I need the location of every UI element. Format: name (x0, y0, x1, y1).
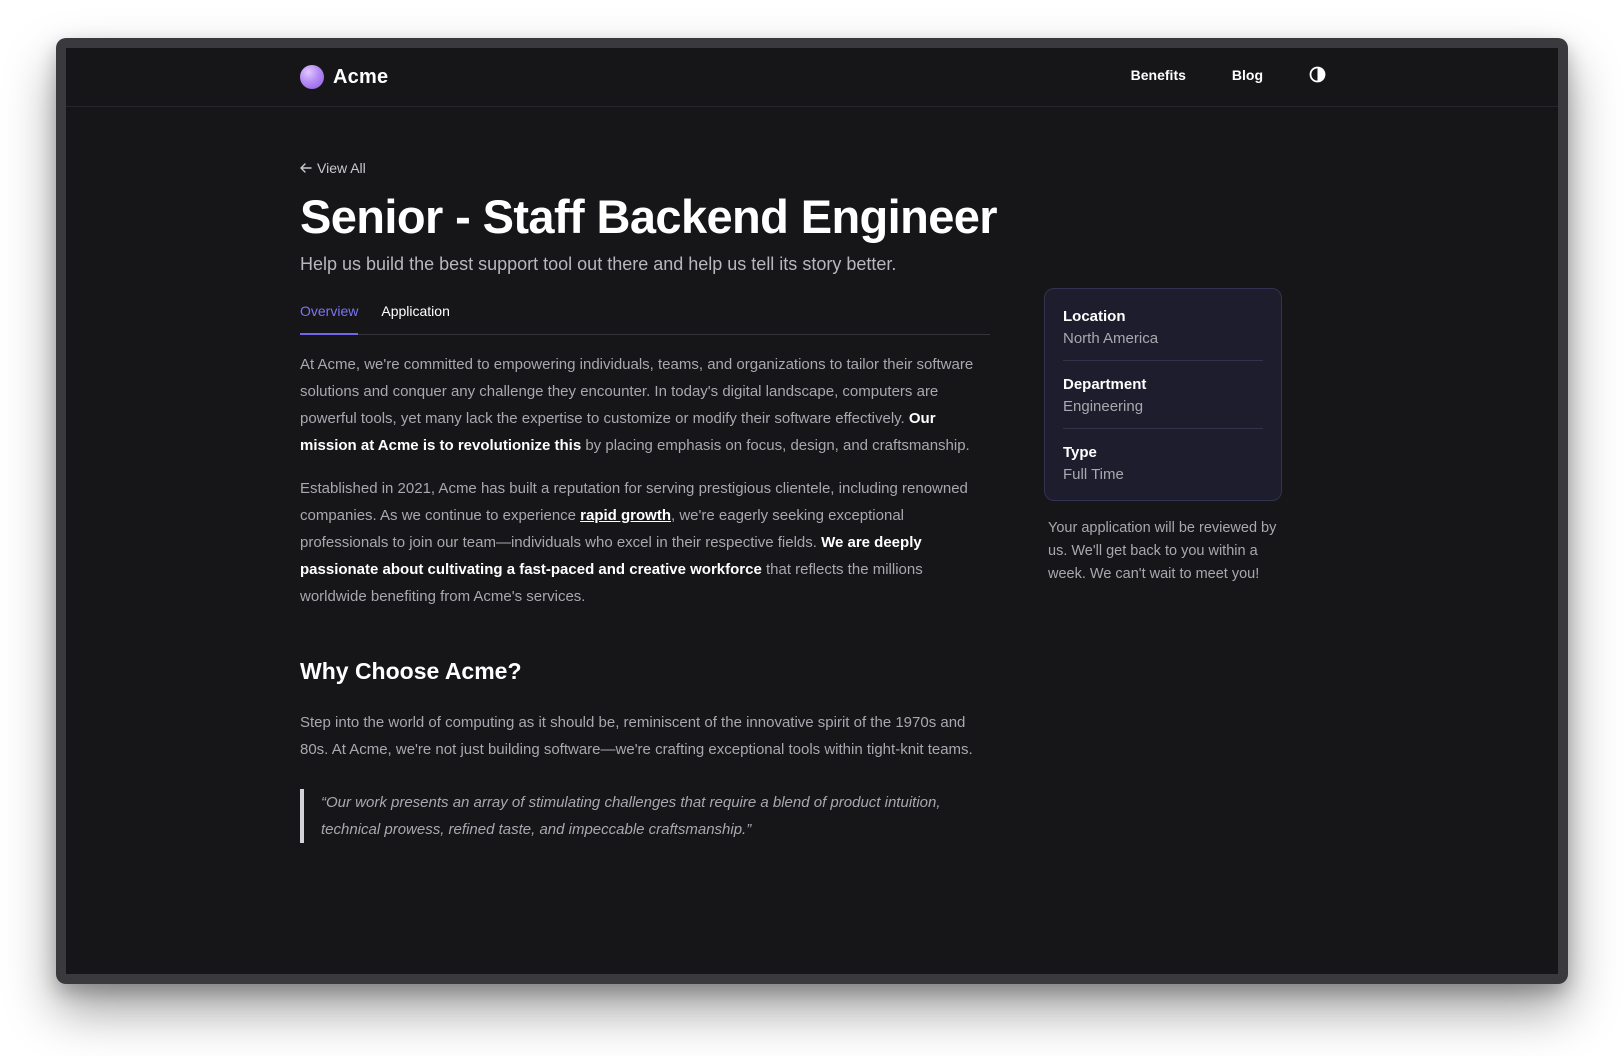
page-subtitle: Help us build the best support tool out … (300, 254, 897, 275)
testimonial-quote: “Our work presents an array of stimulati… (300, 789, 990, 844)
arrow-left-icon (300, 160, 312, 176)
job-content: View All Senior - Staff Backend Engineer… (300, 160, 998, 844)
intro-text-b: by placing emphasis on focus, design, an… (581, 437, 970, 455)
brand-name: Acme (333, 65, 389, 88)
detail-type: Type Full Time (1063, 429, 1263, 496)
detail-location: Location North America (1063, 293, 1263, 361)
logo-orb-icon (300, 65, 324, 89)
detail-value: Engineering (1063, 398, 1144, 415)
tab-overview[interactable]: Overview (300, 297, 359, 336)
tab-bar: Overview Application (300, 297, 990, 336)
history-paragraph: Established in 2021, Acme has built a re… (300, 475, 990, 610)
detail-label: Location (1063, 308, 1126, 325)
job-details-card: Location North America Department Engine… (1044, 288, 1282, 501)
detail-value: North America (1063, 330, 1159, 347)
device-frame: Acme Benefits Blog View All Senior - Sta… (56, 38, 1568, 984)
page-title: Senior - Staff Backend Engineer (300, 190, 998, 243)
view-all-label: View All (317, 160, 366, 176)
why-paragraph: Step into the world of computing as it s… (300, 714, 973, 759)
nav-link-benefits[interactable]: Benefits (1131, 67, 1186, 83)
theme-toggle-icon[interactable] (1309, 66, 1326, 83)
app-window: Acme Benefits Blog View All Senior - Sta… (66, 48, 1558, 974)
view-all-link[interactable]: View All (300, 160, 366, 176)
detail-label: Department (1063, 376, 1147, 393)
intro-text-a: At Acme, we're committed to empowering i… (300, 356, 974, 428)
brand-logo[interactable]: Acme (300, 65, 388, 89)
section-heading-why-acme: Why Choose Acme? (300, 658, 522, 685)
application-note: Your application will be reviewed by us.… (1048, 520, 1277, 582)
job-details-sidebar: Location North America Department Engine… (1044, 288, 1282, 586)
rapid-growth-link[interactable]: rapid growth (580, 507, 671, 524)
detail-value: Full Time (1063, 466, 1124, 483)
detail-label: Type (1063, 444, 1097, 461)
top-navbar: Acme Benefits Blog (66, 48, 1558, 107)
detail-department: Department Engineering (1063, 361, 1263, 429)
tab-application[interactable]: Application (381, 297, 450, 334)
main-nav: Benefits Blog (1085, 66, 1326, 83)
intro-paragraph: At Acme, we're committed to empowering i… (300, 351, 990, 459)
nav-link-blog[interactable]: Blog (1232, 67, 1263, 83)
